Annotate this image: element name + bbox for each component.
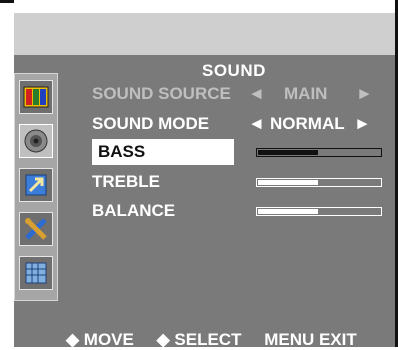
osd-top-band <box>14 13 395 55</box>
sound-mode-value: NORMAL <box>270 114 345 133</box>
menu-row-sound-source[interactable]: SOUND SOURCE ◄ MAIN ► <box>92 81 387 107</box>
grid-icon-graphic <box>25 262 47 284</box>
screen-frame: SOUND SOUND SOURCE ◄ MAIN ► SOUND MODE ◄… <box>0 0 398 350</box>
balance-slider[interactable] <box>256 207 382 216</box>
menu-icon-column <box>14 73 58 301</box>
treble-label: TREBLE <box>92 172 160 191</box>
menu-row-bass[interactable]: BASS <box>92 139 234 165</box>
footer-exit-hint: MENU EXIT <box>264 330 357 349</box>
sound-source-value: MAIN <box>284 84 328 103</box>
speaker-icon[interactable] <box>19 124 53 158</box>
speaker-icon-graphic <box>24 129 48 153</box>
screen-adjust-icon-graphic <box>25 174 47 196</box>
bass-slider-fill <box>258 150 318 155</box>
osd-footer: ◆ MOVE ◆ SELECT MENU EXIT <box>66 330 375 350</box>
sound-source-right-arrow[interactable]: ► <box>356 81 373 107</box>
menu-row-sound-mode[interactable]: SOUND MODE ◄ NORMAL ► <box>92 111 387 137</box>
sound-source-left-arrow[interactable]: ◄ <box>248 81 265 107</box>
sound-mode-label: SOUND MODE <box>92 114 210 133</box>
picture-icon[interactable] <box>19 80 53 114</box>
tools-icon[interactable] <box>19 212 53 246</box>
menu-title: SOUND <box>202 61 266 80</box>
screen-top-edge <box>0 0 14 3</box>
treble-slider[interactable] <box>256 178 382 187</box>
bass-slider[interactable] <box>256 148 382 157</box>
balance-slider-fill <box>258 209 318 214</box>
picture-icon-graphic <box>23 86 49 108</box>
sound-source-label: SOUND SOURCE <box>92 84 231 103</box>
sound-mode-left-arrow[interactable]: ◄ <box>248 111 265 137</box>
tools-icon-graphic <box>25 218 47 240</box>
bass-label: BASS <box>98 142 146 161</box>
screen-adjust-icon[interactable] <box>19 168 53 202</box>
footer-move-hint: ◆ MOVE <box>66 330 134 349</box>
treble-slider-fill <box>258 180 318 185</box>
grid-icon[interactable] <box>19 256 53 290</box>
balance-label: BALANCE <box>92 201 176 220</box>
sound-mode-right-arrow[interactable]: ► <box>354 111 371 137</box>
footer-select-hint: ◆ SELECT <box>156 330 242 349</box>
osd-menu: SOUND SOUND SOURCE ◄ MAIN ► SOUND MODE ◄… <box>14 13 395 350</box>
